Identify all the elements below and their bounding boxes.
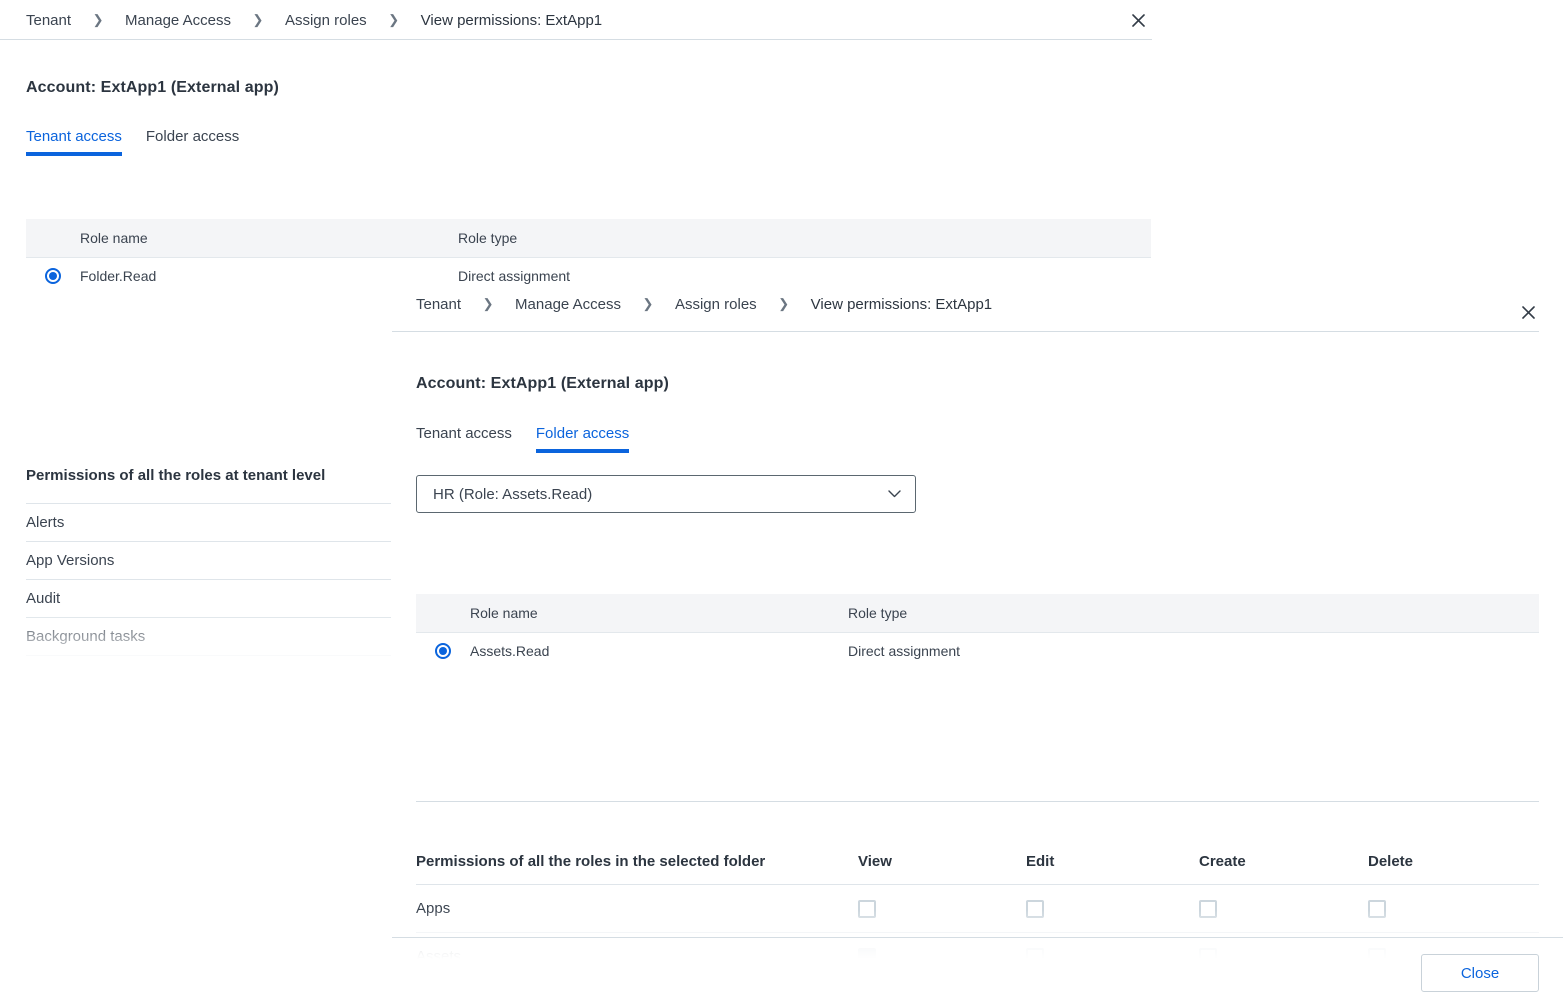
checkbox-assets-edit[interactable]: [1026, 948, 1044, 966]
column-header-delete: Delete: [1368, 853, 1539, 870]
column-header-create: Create: [1199, 853, 1368, 870]
cell-edit[interactable]: [1026, 900, 1199, 918]
cell-role-name: Assets.Read: [470, 643, 848, 659]
column-header-role-type: Role type: [848, 605, 1539, 621]
cell-role-name: Folder.Read: [80, 268, 458, 284]
column-header-view: View: [858, 853, 1026, 870]
radio-button-assets-read[interactable]: [435, 643, 451, 659]
column-header-role-name: Role name: [80, 230, 458, 246]
breadcrumb: Tenant ❯ Manage Access ❯ Assign roles ❯ …: [392, 284, 1531, 324]
cell-edit[interactable]: [1026, 948, 1199, 966]
checkbox-apps-view[interactable]: [858, 900, 876, 918]
cell-create[interactable]: [1199, 900, 1368, 918]
list-item[interactable]: App Versions: [26, 542, 391, 580]
cell-role-type: Direct assignment: [848, 643, 1539, 659]
table-row: Assets: [416, 932, 1539, 980]
role-select-cell[interactable]: [416, 643, 470, 659]
tab-bar: Tenant access Folder access: [26, 128, 263, 156]
checkbox-assets-delete[interactable]: [1368, 948, 1386, 966]
radio-button-folder-read[interactable]: [45, 268, 61, 284]
breadcrumb-item-assign-roles[interactable]: Assign roles: [675, 296, 757, 313]
chevron-down-icon: [888, 490, 901, 498]
permission-matrix-title: Permissions of all the roles in the sele…: [416, 853, 858, 870]
page-title: Account: ExtApp1 (External app): [416, 375, 669, 393]
checkbox-assets-create[interactable]: [1199, 948, 1217, 966]
breadcrumb-divider: [392, 331, 1539, 332]
role-select-cell[interactable]: [26, 268, 80, 284]
matrix-top-divider: [416, 801, 1539, 802]
checkbox-apps-edit[interactable]: [1026, 900, 1044, 918]
cell-resource-name: Apps: [416, 900, 858, 917]
list-item[interactable]: Audit: [26, 580, 391, 618]
column-header-edit: Edit: [1026, 853, 1199, 870]
breadcrumb: Tenant ❯ Manage Access ❯ Assign roles ❯ …: [0, 0, 1163, 40]
role-table-header: Role name Role type: [26, 219, 1151, 258]
tab-folder-access[interactable]: Folder access: [146, 128, 239, 156]
page-title: Account: ExtApp1 (External app): [26, 79, 279, 97]
checkbox-assets-view[interactable]: [858, 948, 876, 966]
tenant-permissions-title: Permissions of all the roles at tenant l…: [26, 467, 325, 484]
close-icon[interactable]: [1516, 300, 1540, 324]
breadcrumb-item-view-permissions: View permissions: ExtApp1: [421, 12, 602, 29]
cell-view[interactable]: [858, 900, 1026, 918]
checkbox-apps-delete[interactable]: [1368, 900, 1386, 918]
cell-role-type: Direct assignment: [458, 268, 1151, 284]
breadcrumb-item-assign-roles[interactable]: Assign roles: [285, 12, 367, 29]
breadcrumb-separator-icon: ❯: [231, 12, 285, 28]
folder-select[interactable]: HR (Role: Assets.Read): [416, 475, 916, 513]
breadcrumb-item-tenant[interactable]: Tenant: [26, 12, 71, 29]
checkbox-apps-create[interactable]: [1199, 900, 1217, 918]
column-header-role-type: Role type: [458, 230, 1151, 246]
breadcrumb-separator-icon: ❯: [71, 12, 125, 28]
breadcrumb-separator-icon: ❯: [367, 12, 421, 28]
role-table-header: Role name Role type: [416, 594, 1539, 633]
table-row: Apps: [416, 884, 1539, 932]
footer-divider: [392, 937, 1563, 938]
tab-folder-access[interactable]: Folder access: [536, 425, 629, 453]
tab-tenant-access[interactable]: Tenant access: [26, 128, 122, 156]
cell-delete[interactable]: [1368, 900, 1539, 918]
table-row[interactable]: Assets.Read Direct assignment: [416, 633, 1539, 669]
close-icon[interactable]: [1126, 8, 1150, 32]
breadcrumb-separator-icon: ❯: [621, 296, 675, 312]
cell-view[interactable]: [858, 948, 1026, 966]
breadcrumb-item-manage-access[interactable]: Manage Access: [515, 296, 621, 313]
permission-matrix-header: Permissions of all the roles in the sele…: [416, 836, 1539, 870]
breadcrumb-item-tenant[interactable]: Tenant: [416, 296, 461, 313]
cell-resource-name: Assets: [416, 948, 858, 965]
folder-access-panel: Tenant ❯ Manage Access ❯ Assign roles ❯ …: [392, 284, 1563, 1008]
breadcrumb-divider: [0, 39, 1152, 40]
cell-create[interactable]: [1199, 948, 1368, 966]
tab-tenant-access[interactable]: Tenant access: [416, 425, 512, 453]
role-table: Role name Role type Assets.Read Direct a…: [416, 594, 1539, 669]
folder-select-value: HR (Role: Assets.Read): [417, 486, 592, 503]
tenant-permissions-list: Alerts App Versions Audit Background tas…: [26, 503, 391, 656]
list-item[interactable]: Alerts: [26, 504, 391, 542]
breadcrumb-item-manage-access[interactable]: Manage Access: [125, 12, 231, 29]
list-item[interactable]: Background tasks: [26, 618, 391, 656]
breadcrumb-item-view-permissions: View permissions: ExtApp1: [811, 296, 992, 313]
tab-bar: Tenant access Folder access: [416, 425, 653, 453]
permission-matrix: Permissions of all the roles in the sele…: [416, 836, 1539, 980]
close-button[interactable]: Close: [1421, 954, 1539, 992]
breadcrumb-separator-icon: ❯: [757, 296, 811, 312]
role-table: Role name Role type Folder.Read Direct a…: [26, 219, 1151, 294]
breadcrumb-separator-icon: ❯: [461, 296, 515, 312]
column-header-role-name: Role name: [470, 605, 848, 621]
